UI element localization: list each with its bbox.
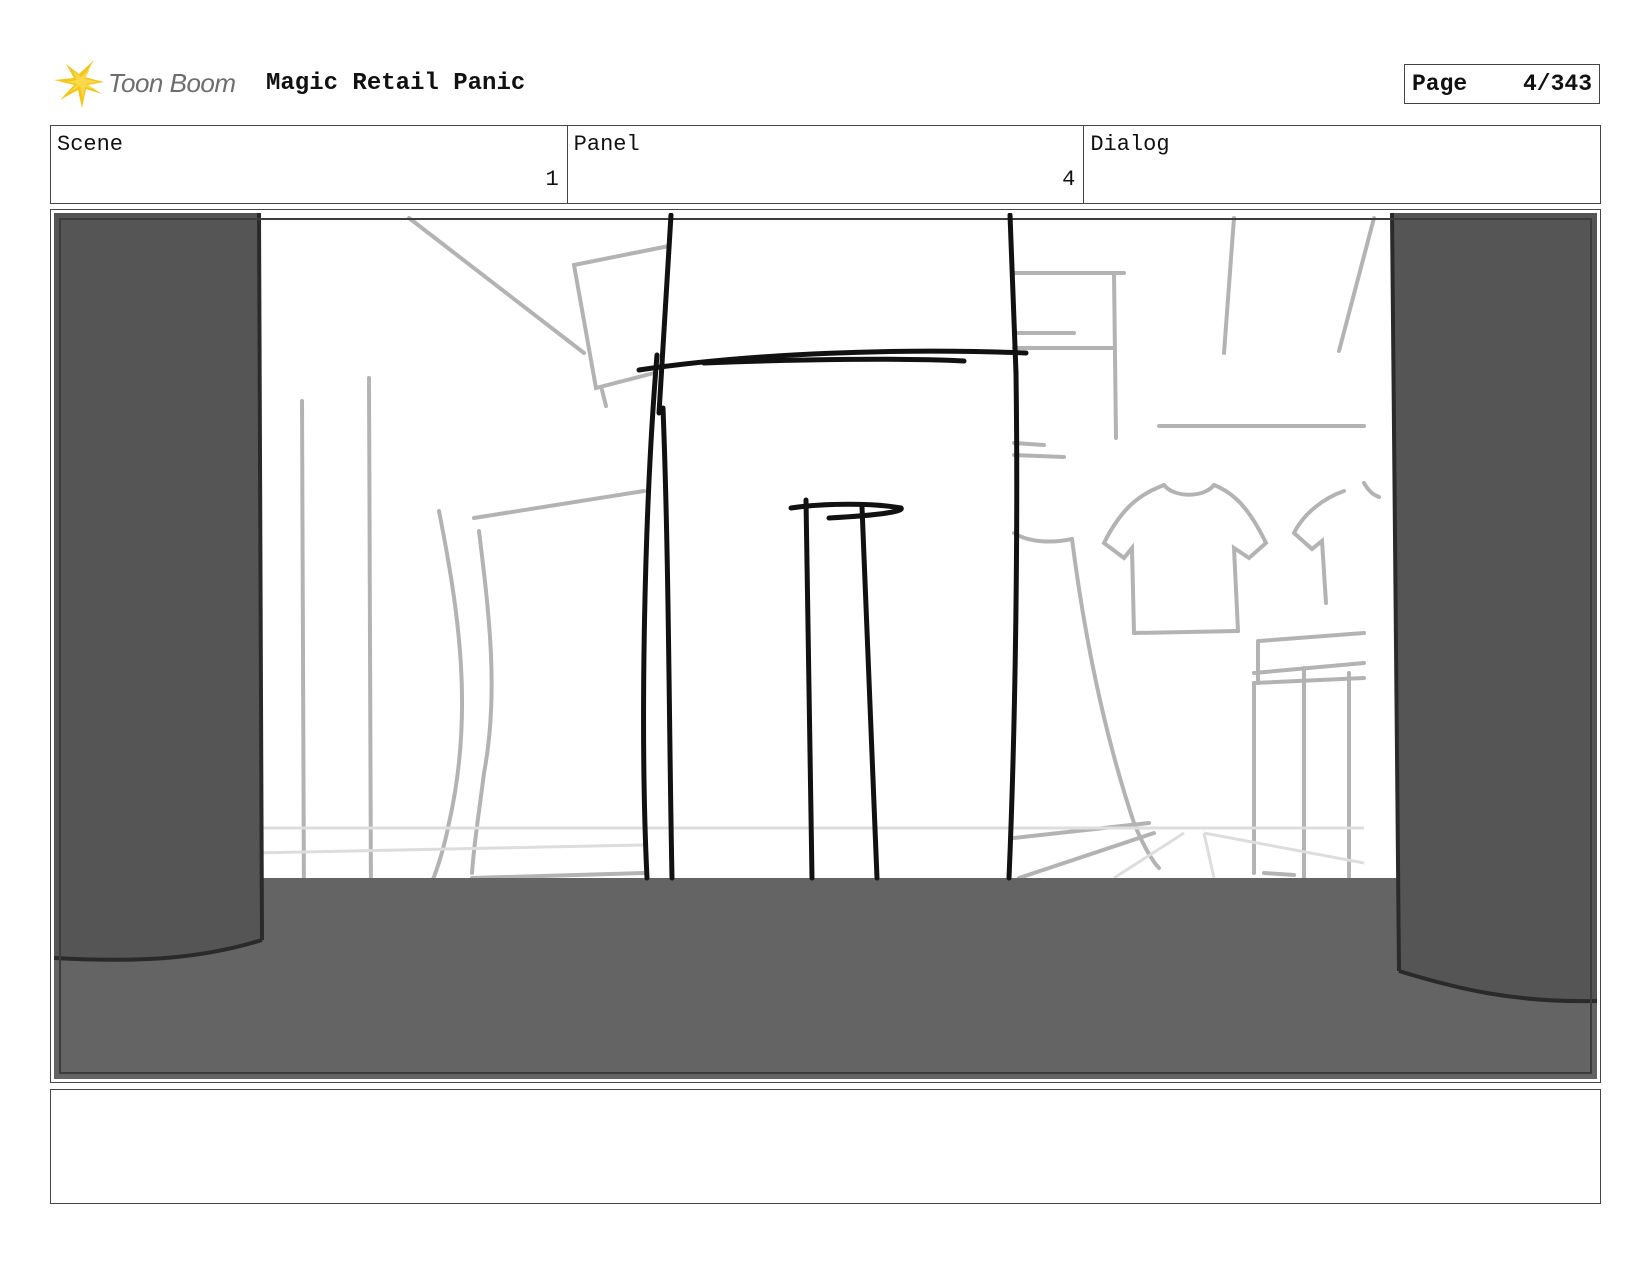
storyboard-sketch [54, 213, 1597, 1079]
dialog-label: Dialog [1090, 132, 1170, 157]
panel-value: 4 [1062, 167, 1076, 192]
toon-boom-logo: Toon Boom [54, 58, 254, 110]
info-row: Scene 1 Panel 4 Dialog [50, 125, 1601, 204]
scene-label: Scene [57, 132, 124, 157]
starburst-logo-icon [54, 60, 104, 108]
storyboard-panel [50, 209, 1601, 1083]
page-indicator: Page 4/343 [1404, 64, 1600, 104]
dialog-cell: Dialog [1084, 126, 1600, 203]
project-title: Magic Retail Panic [266, 70, 526, 97]
panel-notes-box [50, 1089, 1601, 1204]
page-number: 4/343 [1522, 71, 1592, 97]
page-label: Page [1412, 71, 1468, 97]
panel-label: Panel [573, 132, 640, 157]
panel-cell: Panel 4 [568, 126, 1085, 203]
logo-text: Toon Boom [108, 68, 236, 98]
scene-value: 1 [545, 167, 559, 192]
scene-cell: Scene 1 [51, 126, 568, 203]
